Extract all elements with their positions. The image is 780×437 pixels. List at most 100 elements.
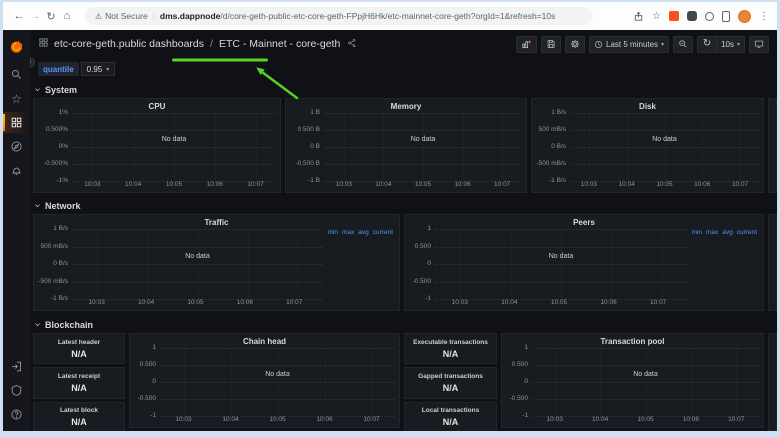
plot-area[interactable]: No data [324,113,522,181]
legend-item[interactable]: max [706,229,718,299]
legend-item[interactable]: current [373,229,393,299]
refresh-dashboard-button[interactable]: ↻ [697,36,716,53]
legend-item[interactable]: max [342,229,354,299]
legend-item[interactable]: min [328,229,338,299]
plot-area[interactable]: No data [532,348,759,416]
y-tick-label: 0 B [310,144,320,150]
sidebar-search-icon[interactable] [3,64,30,85]
row-header-blockchain[interactable]: Blockchain [33,318,777,331]
browser-home-icon[interactable]: ⌂ [59,10,75,22]
row-header-system[interactable]: System [33,83,777,96]
x-tick-label: 10:05 [154,181,195,191]
x-tick-label: 10:07 [633,299,683,309]
cycle-view-mode-button[interactable] [749,36,769,53]
v-gridline [198,229,199,299]
x-tick-label: 10:04 [364,181,404,191]
plot-area[interactable]: No data [435,229,687,299]
address-bar[interactable]: ⚠ Not Secure | dms.dappnode/d/core-geth-… [85,7,593,25]
legend-item[interactable]: avg [358,229,368,299]
browser-menu-icon[interactable]: ⋮ [759,11,769,22]
y-tick-label: -0.500% [44,161,68,167]
extension-icon[interactable] [687,11,697,21]
stat-title[interactable]: Latest block [60,407,98,414]
url-path: /d/core-geth-public-etc-core-geth-FPpjH6… [220,11,555,21]
panel-title[interactable]: Memory [286,99,526,111]
panel-title[interactable]: CPU [34,99,280,111]
plot-area[interactable]: No data [570,113,759,181]
screenshot-frame: ← → ↻ ⌂ ⚠ Not Secure | dms.dappnode/d/co… [0,0,780,437]
variable-label: quantile [38,62,79,76]
extension-icon[interactable] [705,12,714,21]
sidebar-signin-icon[interactable] [3,356,30,377]
stat-title[interactable]: Latest header [58,339,100,346]
x-tick-label: 10:07 [348,416,395,426]
time-range-picker[interactable]: Last 5 minutes ▾ [589,36,669,53]
panel-title[interactable]: Disk [532,99,763,111]
legend-item[interactable]: min [692,229,702,299]
row-label: Blockchain [45,320,93,330]
x-tick-label: 10:03 [435,299,485,309]
stat-title[interactable]: Local transactions [422,407,479,414]
row-header-network[interactable]: Network [33,199,777,212]
variable-value-dropdown[interactable]: 0.95 ▾ [81,62,116,76]
sidebar-dashboards-icon[interactable] [3,112,30,133]
bookmark-star-icon[interactable]: ☆ [652,11,661,22]
y-axis: 1 B/s500 mB/s0 B/s-500 mB/s-1 B/s [38,229,72,299]
stat-value: N/A [443,417,459,427]
panel-title[interactable]: Traffic [34,215,399,227]
stat-title[interactable]: Gapped transactions [418,373,483,380]
v-gridline [463,113,464,181]
stat-title[interactable]: Latest receipt [58,373,100,380]
profile-avatar[interactable] [738,10,751,23]
x-tick-label: 10:06 [668,416,713,426]
grafana-logo[interactable] [3,35,30,57]
browser-forward-icon[interactable]: → [27,10,43,22]
x-tick-label: 10:04 [121,299,170,309]
plot-area[interactable]: No data [72,113,276,181]
y-tick-label: 0 [427,261,431,267]
x-tick-label: 10:04 [113,181,154,191]
dashboard-title[interactable]: ETC - Mainnet - core-geth [219,38,340,50]
zoom-out-time-button[interactable] [673,36,693,53]
panel-title[interactable]: Chain head [130,334,399,346]
sidebar-explore-icon[interactable] [3,136,30,157]
v-gridline [736,348,737,416]
sidebar-help-icon[interactable] [3,404,30,425]
save-dashboard-button[interactable] [541,36,561,53]
refresh-interval-picker[interactable]: 10s ▾ [716,36,745,53]
dashboard-settings-button[interactable] [565,36,585,53]
security-label[interactable]: Not Secure [105,11,148,21]
x-axis: 10:0310:0410:0510:0610:07 [38,299,395,309]
panel-disk: Disk 1 B/s500 mB/s0 B/s-500 mB/s-1 B/s N… [531,98,764,193]
stat-latest-receipt: Latest receipt N/A [33,367,125,398]
add-panel-button[interactable] [516,36,537,53]
stat-local-transactions: Local transactions N/A [404,402,497,431]
panel-row-system: CPU 1%0.500%0%-0.500%-1% No data 10:0310… [33,98,777,193]
sidebar-alerting-icon[interactable] [3,160,30,181]
extension-icon[interactable] [722,11,730,22]
panel-traffic: Traffic 1 B/s500 mB/s0 B/s-500 mB/s-1 B/… [33,214,400,311]
browser-reload-icon[interactable]: ↻ [43,10,59,23]
sidebar-admin-icon[interactable] [3,380,30,401]
y-axis: 1%0.500%0%-0.500%-1% [38,113,72,181]
plot-area[interactable]: No data [160,348,395,416]
x-tick-label: 10:07 [714,416,759,426]
y-tick-label: 0.500 [512,362,528,368]
stat-title[interactable]: Executable transactions [413,339,488,346]
panel-row-blockchain: Latest header N/A Latest receipt N/A Lat… [33,333,777,431]
legend-item[interactable]: avg [722,229,732,299]
refresh-interval-label: 10s [721,40,734,49]
panel-title[interactable]: Peers [405,215,763,227]
chevron-down-icon: ▾ [661,41,664,48]
sidebar-favorites-icon[interactable]: ☆ [3,88,30,109]
plot-area[interactable]: No data [72,229,323,299]
panel-title[interactable]: Transaction pool [502,334,763,346]
extension-icon[interactable] [669,11,679,21]
browser-back-icon[interactable]: ← [11,10,27,22]
share-dashboard-icon[interactable] [345,35,357,53]
h-gridline [324,181,522,182]
breadcrumb-folder[interactable]: etc-core-geth.public dashboards [54,38,204,50]
v-gridline [502,113,503,181]
share-icon[interactable] [633,11,644,22]
legend-item[interactable]: current [737,229,757,299]
